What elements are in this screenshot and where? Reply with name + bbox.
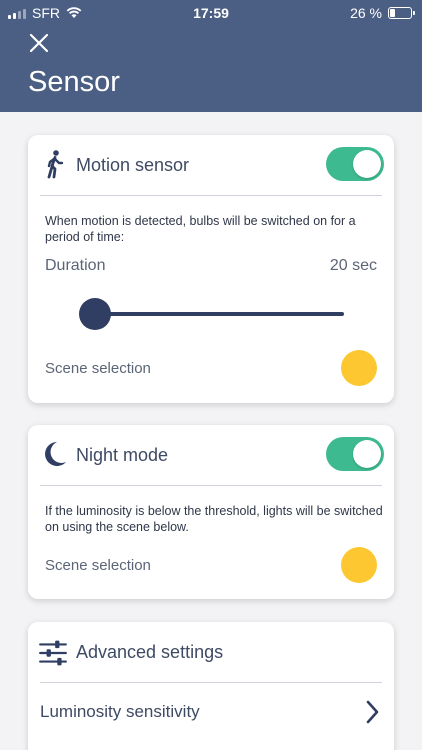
duration-slider-thumb[interactable] [79,298,111,330]
moon-icon [45,442,66,466]
motion-sensor-title: Motion sensor [76,155,190,175]
divider [40,195,382,196]
night-mode-header: Night mode [28,425,394,487]
toggle-knob [353,440,381,468]
close-icon[interactable] [24,28,54,58]
motion-sensor-header: Motion sensor [28,135,394,197]
luminosity-sensitivity-label: Luminosity sensitivity [40,702,200,721]
night-mode-card: Night mode If the luminosity is below th… [28,425,394,599]
advanced-settings-card: Advanced settings Luminosity sensitivity [28,622,394,750]
motion-description: When motion is detected, bulbs will be s… [45,214,356,244]
motion-sensor-toggle[interactable] [326,147,384,181]
luminosity-sensitivity-row[interactable]: Luminosity sensitivity [28,690,394,734]
divider [40,682,382,683]
night-mode-toggle[interactable] [326,437,384,471]
duration-slider-track[interactable] [94,312,344,316]
duration-value: 20 sec [329,257,377,274]
battery-icon [388,7,415,19]
chevron-right-icon [366,700,379,724]
sliders-icon [39,640,67,666]
night-scene-button[interactable] [341,547,377,583]
status-bar: SFR 17:59 26 % [0,0,422,26]
night-scene-label: Scene selection [45,557,151,574]
page-title: Sensor [28,66,120,98]
status-right: 26 % [350,5,415,21]
walking-person-icon [47,150,64,179]
divider [40,485,382,486]
night-mode-title: Night mode [76,445,169,465]
motion-scene-label: Scene selection [45,360,151,377]
app-header: SFR 17:59 26 % Sensor [0,0,422,112]
battery-percent: 26 % [350,5,382,21]
advanced-settings-title: Advanced settings [76,642,224,662]
advanced-settings-header: Advanced settings [28,622,394,684]
duration-label: Duration [45,257,106,274]
motion-sensor-card: Motion sensor When motion is detected, b… [28,135,394,403]
night-description: If the luminosity is below the threshold… [45,504,383,534]
toggle-knob [353,150,381,178]
motion-scene-button[interactable] [341,350,377,386]
